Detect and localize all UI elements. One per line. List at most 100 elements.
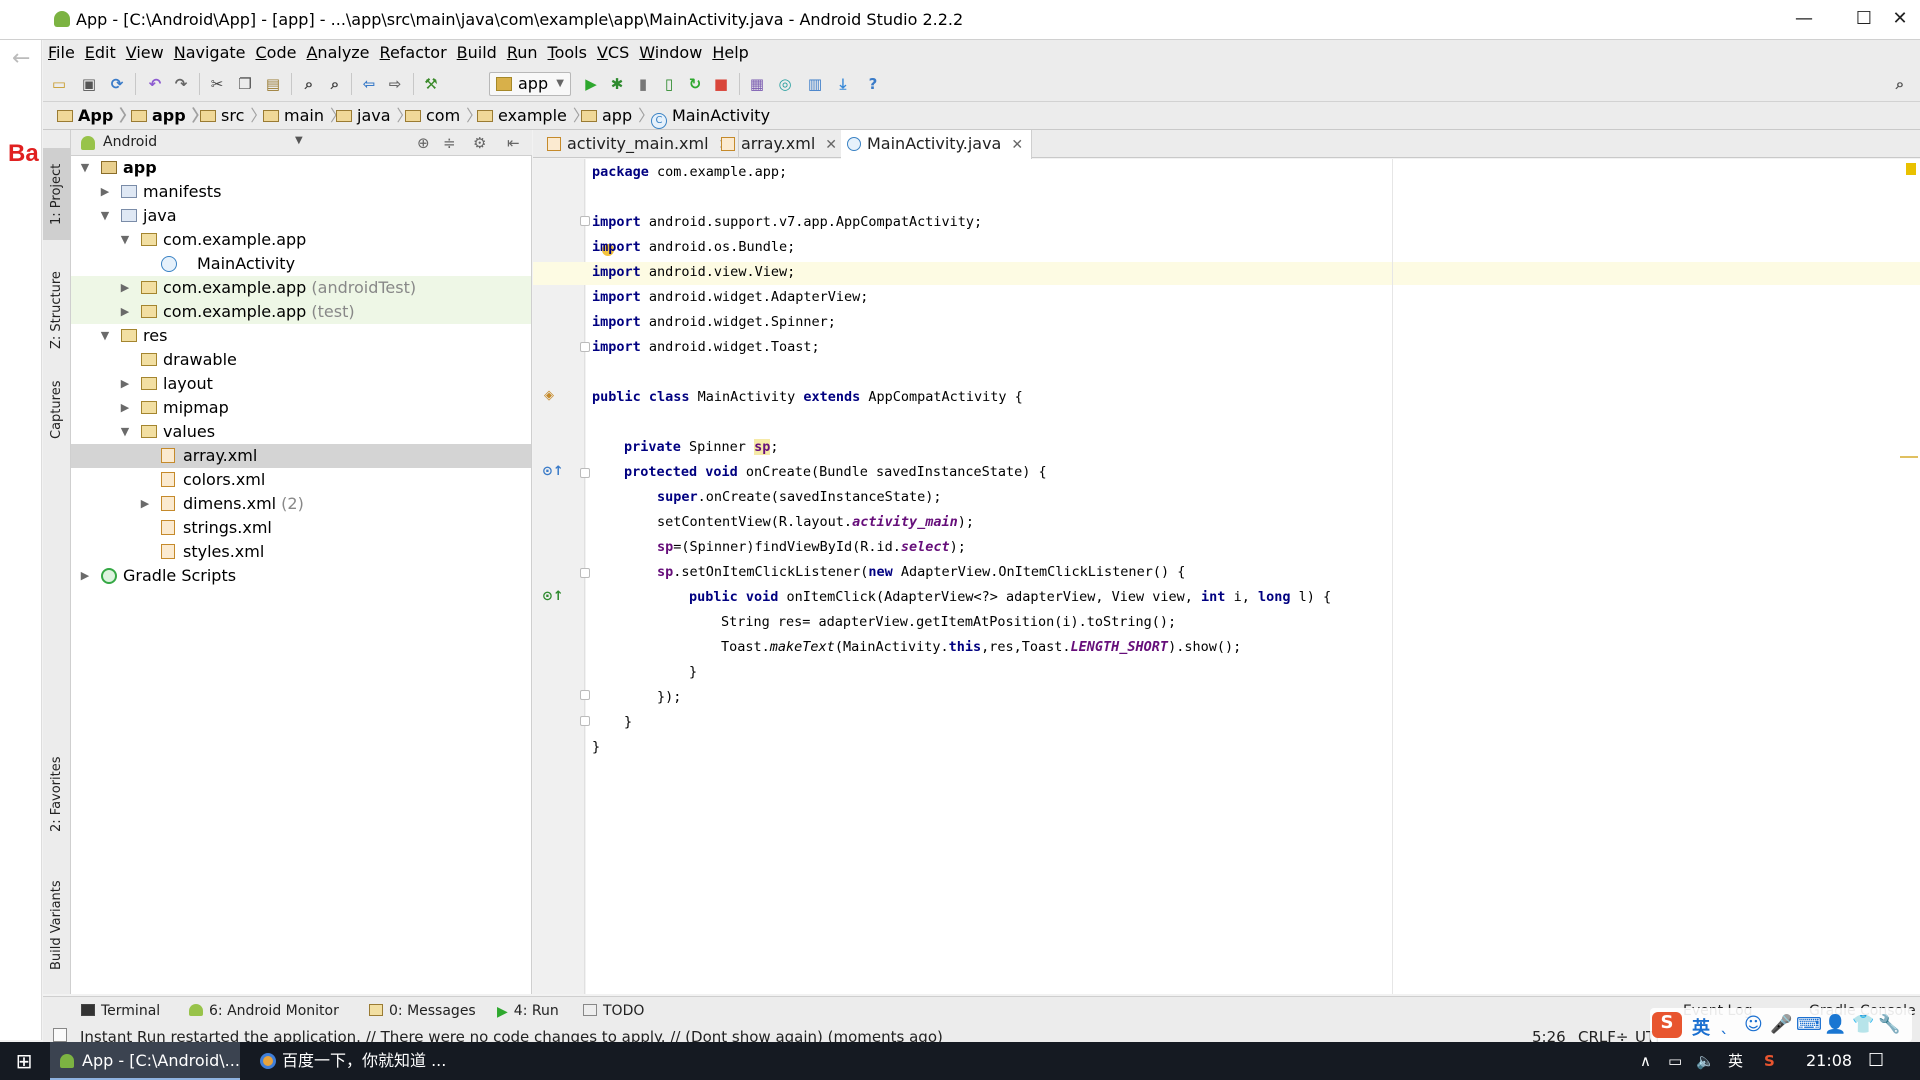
undo-icon[interactable]: ↶ <box>145 74 165 94</box>
tab-todo[interactable]: TODO <box>583 997 644 1025</box>
apply-changes-icon[interactable]: ↻ <box>685 74 705 94</box>
ime-punct-icon[interactable]: ˎ <box>1720 1014 1729 1035</box>
tab-build-variants[interactable]: Build Variants <box>43 870 71 980</box>
tab-structure[interactable]: Z: Structure <box>43 260 71 360</box>
tree-node[interactable]: ▼ com.example.app <box>71 228 531 252</box>
breadcrumb-item[interactable]: src 〉 <box>200 102 266 130</box>
fold-marker-icon[interactable] <box>580 568 590 578</box>
collapsed-arrow-icon[interactable]: ▶ <box>119 372 131 396</box>
fold-marker-icon[interactable] <box>580 468 590 478</box>
ime-tools-icon[interactable]: 🔧 <box>1878 1014 1900 1035</box>
tab-captures[interactable]: Captures <box>43 370 71 450</box>
tab-array-xml[interactable]: array.xml ✕ <box>715 130 846 158</box>
volume-icon[interactable]: 🔈 <box>1696 1042 1715 1080</box>
caret-position[interactable]: 5:26 <box>1532 1028 1566 1042</box>
tree-node[interactable]: ▶ com.example.app (test) <box>71 300 531 324</box>
collapsed-arrow-icon[interactable]: ▶ <box>119 396 131 420</box>
tree-node[interactable]: styles.xml <box>71 540 531 564</box>
open-folder-icon[interactable]: ▭ <box>49 74 69 94</box>
project-view-select[interactable]: Android <box>103 134 157 150</box>
breadcrumb-item[interactable]: App 〉 <box>57 102 135 130</box>
tree-node[interactable]: ▶ Gradle Scripts <box>71 564 531 588</box>
collapsed-arrow-icon[interactable]: ▶ <box>119 276 131 300</box>
paste-icon[interactable]: ▤ <box>263 74 283 94</box>
collapsed-arrow-icon[interactable]: ▶ <box>119 300 131 324</box>
expanded-arrow-icon[interactable]: ▼ <box>119 228 131 252</box>
debug-icon[interactable]: ✱ <box>607 74 627 94</box>
gradle-sync-icon[interactable]: ◎ <box>775 74 795 94</box>
avd-icon[interactable]: ▦ <box>747 74 767 94</box>
tab-terminal[interactable]: Terminal <box>81 997 160 1025</box>
tab-messages[interactable]: 0: Messages <box>369 997 476 1025</box>
breadcrumb-item[interactable]: app〉 <box>131 102 208 130</box>
fold-marker-icon[interactable] <box>580 690 590 700</box>
start-button[interactable]: ⊞ <box>0 1042 48 1080</box>
back-icon[interactable]: ⇦ <box>359 74 379 94</box>
input-language-indicator[interactable]: 英 <box>1728 1042 1743 1080</box>
redo-icon[interactable]: ↷ <box>171 74 191 94</box>
ime-emoji-icon[interactable]: ☺ <box>1744 1014 1763 1035</box>
menu-navigate[interactable]: Navigate <box>169 40 251 66</box>
tree-node[interactable]: ▶ layout <box>71 372 531 396</box>
tree-node[interactable]: strings.xml <box>71 516 531 540</box>
layout-file-icon[interactable]: ◈ <box>544 388 554 403</box>
ime-voice-icon[interactable]: 🎤 <box>1770 1014 1792 1035</box>
sdk-download-icon[interactable]: ⤓ <box>833 74 853 94</box>
menu-tools[interactable]: Tools <box>543 40 592 66</box>
help-icon[interactable]: ? <box>863 74 883 94</box>
tree-node[interactable]: ▶ mipmap <box>71 396 531 420</box>
search-icon[interactable]: ⌕ <box>1890 74 1910 94</box>
breadcrumb-item[interactable]: app〉 <box>581 102 654 130</box>
fold-marker-icon[interactable] <box>580 716 590 726</box>
collapsed-arrow-icon[interactable]: ▶ <box>79 564 91 588</box>
tab-android-monitor[interactable]: 6: Android Monitor <box>189 997 339 1025</box>
tree-node[interactable]: array.xml <box>71 444 531 468</box>
tree-node[interactable]: ▼ java <box>71 204 531 228</box>
menu-window[interactable]: Window <box>634 40 707 66</box>
menu-file[interactable]: File <box>43 40 80 66</box>
chevron-down-icon[interactable]: ▼ <box>295 135 303 146</box>
tree-node[interactable]: ▶ manifests <box>71 180 531 204</box>
tree-node[interactable]: ▶ com.example.app (androidTest) <box>71 276 531 300</box>
breadcrumb-item[interactable]: java〉 <box>336 102 413 130</box>
cut-icon[interactable]: ✂ <box>207 74 227 94</box>
tree-node[interactable]: ▼ values <box>71 420 531 444</box>
ime-lang-toggle[interactable]: 英 <box>1692 1014 1710 1040</box>
run-configuration-select[interactable]: app ▼ <box>489 72 571 96</box>
sogou-tray-icon[interactable]: S <box>1764 1042 1775 1080</box>
hide-panel-icon[interactable]: ⇤ <box>507 134 520 152</box>
close-button[interactable]: ✕ <box>1880 0 1920 40</box>
tree-node[interactable]: colors.xml <box>71 468 531 492</box>
tab-run[interactable]: ▶ 4: Run <box>497 997 559 1025</box>
replace-icon[interactable]: ⌕ <box>325 74 345 94</box>
fold-marker-icon[interactable] <box>580 342 590 352</box>
stop-icon[interactable]: ■ <box>711 74 731 94</box>
ime-user-icon[interactable]: 👤 <box>1824 1014 1846 1035</box>
breadcrumb-item[interactable]: main〉 <box>263 102 346 130</box>
tree-node[interactable]: ▼ app <box>71 156 531 180</box>
locate-icon[interactable]: ⊕ <box>417 134 430 152</box>
expanded-arrow-icon[interactable]: ▼ <box>79 156 91 180</box>
tree-node[interactable]: drawable <box>71 348 531 372</box>
profile-icon[interactable]: ▮ <box>633 74 653 94</box>
notification-center-icon[interactable]: ☐ <box>1868 1042 1884 1080</box>
expanded-arrow-icon[interactable]: ▼ <box>99 204 111 228</box>
sogou-logo-icon[interactable]: S <box>1652 1012 1682 1038</box>
breadcrumb-item[interactable]: example〉 <box>477 102 589 130</box>
tab-mainactivity-java[interactable]: MainActivity.java ✕ <box>841 130 1033 159</box>
breadcrumb-item[interactable]: C MainActivity <box>651 102 770 130</box>
taskbar-item-browser[interactable]: 百度一下，你就知道 ... <box>252 1042 446 1080</box>
menu-view[interactable]: View <box>121 40 169 66</box>
breadcrumb-item[interactable]: com 〉 <box>405 102 482 130</box>
implement-method-icon[interactable]: ⊙↑ <box>542 589 564 604</box>
status-message[interactable]: Instant Run restarted the application. /… <box>80 1028 943 1042</box>
menu-analyze[interactable]: Analyze <box>301 40 374 66</box>
taskbar-item-android-studio[interactable]: App - [C:\Android\... <box>50 1042 240 1080</box>
project-structure-icon[interactable]: ▥ <box>805 74 825 94</box>
clock-time[interactable]: 21:08 <box>1806 1042 1852 1080</box>
inspection-status-icon[interactable] <box>1906 163 1916 175</box>
line-separator[interactable]: CRLF÷ <box>1578 1028 1628 1042</box>
tab-favorites[interactable]: 2: Favorites <box>43 746 71 842</box>
expanded-arrow-icon[interactable]: ▼ <box>99 324 111 348</box>
tree-node[interactable]: ▼ res <box>71 324 531 348</box>
